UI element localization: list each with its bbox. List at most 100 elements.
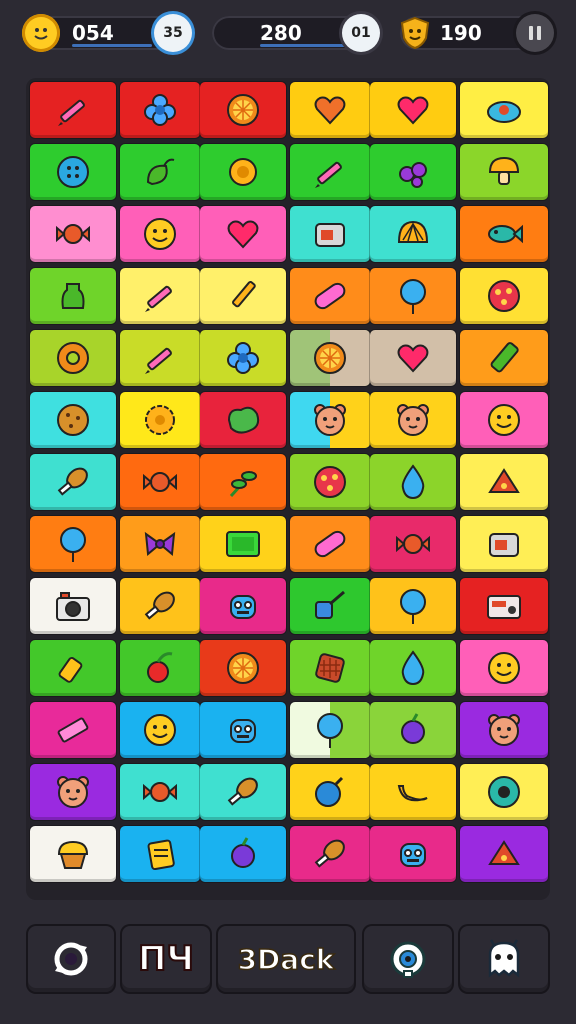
powerup-toolbar: ПЧ 3Dack (0, 926, 576, 996)
tile[interactable] (120, 578, 200, 634)
pause-button[interactable] (516, 14, 554, 52)
tile[interactable] (200, 144, 286, 200)
tile[interactable] (370, 764, 456, 820)
tile[interactable] (460, 392, 548, 448)
back-button[interactable]: 3Dack (218, 926, 354, 992)
tile[interactable] (120, 640, 200, 696)
tile[interactable] (30, 702, 116, 758)
tile[interactable] (30, 640, 116, 696)
tile[interactable] (290, 82, 370, 138)
hammer-button[interactable]: ПЧ (122, 926, 210, 992)
tile[interactable] (290, 702, 370, 758)
tile[interactable] (30, 516, 116, 572)
waffle-icon (310, 648, 350, 688)
tile[interactable] (120, 206, 200, 262)
flower-icon (223, 338, 263, 378)
tile[interactable] (120, 392, 200, 448)
tile[interactable] (120, 516, 200, 572)
cupcake-icon (53, 834, 93, 874)
tile[interactable] (30, 826, 116, 882)
tile[interactable] (290, 764, 370, 820)
tile[interactable] (200, 82, 286, 138)
pencil-icon (310, 152, 350, 192)
tile[interactable] (370, 330, 456, 386)
tile[interactable] (290, 330, 370, 386)
tile[interactable] (30, 578, 116, 634)
tile[interactable] (120, 702, 200, 758)
tile[interactable] (120, 454, 200, 510)
tile[interactable] (370, 454, 456, 510)
crayon-icon (484, 338, 524, 378)
tile[interactable] (120, 268, 200, 324)
tile[interactable] (120, 826, 200, 882)
tile[interactable] (290, 144, 370, 200)
tile[interactable] (370, 268, 456, 324)
tile[interactable] (200, 516, 286, 572)
tile[interactable] (370, 702, 456, 758)
tile[interactable] (370, 144, 456, 200)
tile[interactable] (460, 82, 548, 138)
tile[interactable] (460, 144, 548, 200)
tile[interactable] (120, 764, 200, 820)
tile[interactable] (30, 144, 116, 200)
tile[interactable] (200, 702, 286, 758)
tile[interactable] (290, 578, 370, 634)
drumstick-icon (310, 834, 350, 874)
tile[interactable] (290, 268, 370, 324)
tile[interactable] (460, 330, 548, 386)
tile[interactable] (290, 454, 370, 510)
tile[interactable] (200, 454, 286, 510)
tile[interactable] (460, 516, 548, 572)
tile[interactable] (30, 330, 116, 386)
tile[interactable] (290, 826, 370, 882)
tile[interactable] (30, 454, 116, 510)
tile[interactable] (30, 206, 116, 262)
drumstick-icon (140, 586, 180, 626)
tile[interactable] (200, 330, 286, 386)
tile[interactable] (370, 82, 456, 138)
tile[interactable] (120, 82, 200, 138)
shell-icon (393, 214, 433, 254)
tile[interactable] (370, 826, 456, 882)
tile[interactable] (200, 578, 286, 634)
tile[interactable] (200, 392, 286, 448)
record-icon (484, 772, 524, 812)
tile[interactable] (200, 640, 286, 696)
shuffle-button[interactable] (28, 926, 114, 992)
tile[interactable] (200, 826, 286, 882)
tile[interactable] (370, 578, 456, 634)
tile[interactable] (200, 206, 286, 262)
tile[interactable] (30, 392, 116, 448)
tile[interactable] (290, 206, 370, 262)
tile[interactable] (460, 206, 548, 262)
hint-button[interactable] (460, 926, 548, 992)
tile[interactable] (30, 268, 116, 324)
tile[interactable] (30, 82, 116, 138)
tile[interactable] (460, 268, 548, 324)
tile[interactable] (460, 578, 548, 634)
tile[interactable] (120, 144, 200, 200)
tile[interactable] (460, 764, 548, 820)
smiley-coin-icon (22, 14, 60, 52)
tile[interactable] (370, 640, 456, 696)
tile[interactable] (460, 826, 548, 882)
tile[interactable] (290, 392, 370, 448)
score-badge[interactable]: 01 (342, 14, 380, 52)
tile[interactable] (290, 640, 370, 696)
tile[interactable] (460, 454, 548, 510)
tile[interactable] (120, 330, 200, 386)
tile[interactable] (370, 206, 456, 262)
magnet-button[interactable] (364, 926, 452, 992)
tile[interactable] (460, 702, 548, 758)
tile[interactable] (200, 268, 286, 324)
pause-icon (529, 26, 541, 40)
cloud-bird-icon (484, 90, 524, 130)
tile[interactable] (30, 764, 116, 820)
coins-badge[interactable]: 35 (154, 14, 192, 52)
tile[interactable] (200, 764, 286, 820)
swirl-icon (54, 942, 88, 976)
tile[interactable] (290, 516, 370, 572)
tile[interactable] (370, 516, 456, 572)
tile[interactable] (370, 392, 456, 448)
tile[interactable] (460, 640, 548, 696)
